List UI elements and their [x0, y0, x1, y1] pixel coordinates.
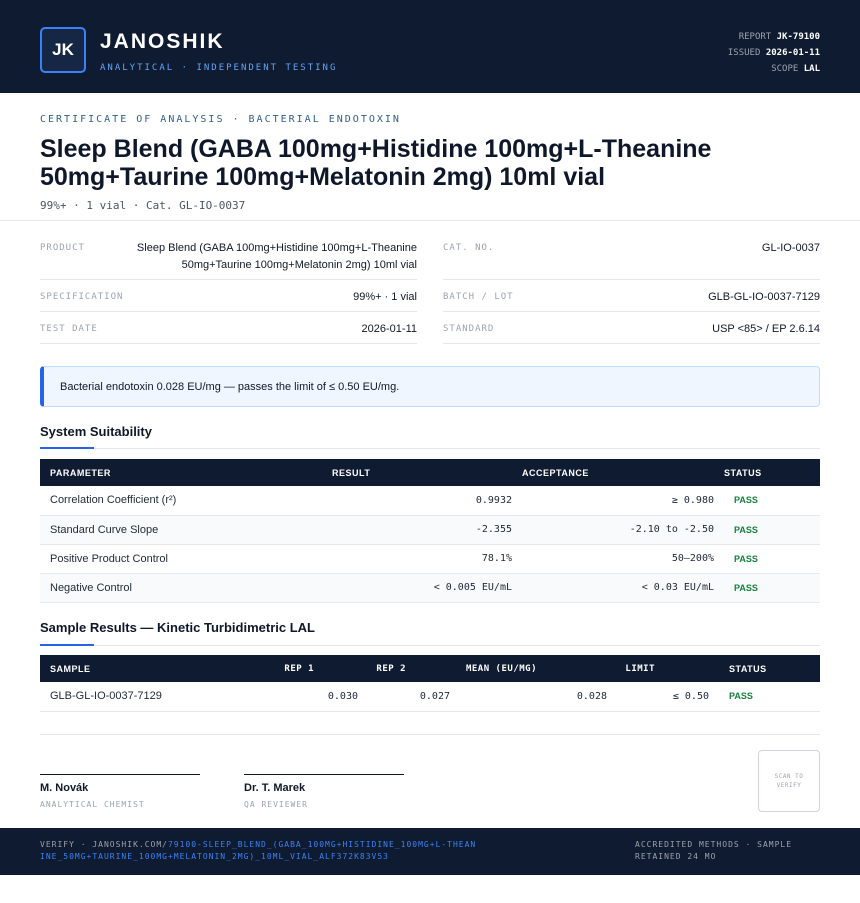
column-header: MEAN (EU/MG) [450, 655, 607, 682]
section-accent [40, 447, 94, 449]
mean-cell: 0.028 [450, 682, 607, 712]
divider [443, 279, 820, 280]
column-header: LIMIT [607, 655, 709, 682]
param-cell: Correlation Coefficient (r²) [40, 486, 322, 516]
batch-label: BATCH / LOT [443, 292, 514, 302]
status-badge: PASS [714, 515, 820, 545]
acceptance-cell: ≥ 0.980 [512, 486, 714, 516]
divider [40, 343, 417, 344]
report-footer: VERIFY · JANOSHIK.COM/79100-SLEEP_BLEND_… [0, 828, 860, 875]
status-badge: PASS [714, 486, 820, 516]
divider [40, 645, 820, 646]
signature-line [40, 774, 200, 775]
signature-role: QA REVIEWER [244, 800, 308, 809]
table-row: Positive Product Control 78.1% 50–200% P… [40, 544, 820, 574]
table-row: GLB-GL-IO-0037-7129 0.030 0.027 0.028 ≤ … [40, 682, 820, 712]
param-cell: Negative Control [40, 573, 322, 603]
scope-value: LAL [803, 64, 820, 74]
signature-name: Dr. T. Marek [244, 782, 306, 794]
qr-verify-placeholder[interactable]: SCAN TO VERIFY [758, 750, 820, 812]
status-badge: PASS [714, 573, 820, 603]
column-header: SAMPLE [40, 655, 240, 682]
sample-id-cell: GLB-GL-IO-0037-7129 [40, 682, 240, 712]
column-header: STATUS [709, 655, 820, 682]
batch-value: GLB-GL-IO-0037-7129 [708, 291, 820, 303]
catno-label: CAT. NO. [443, 243, 495, 253]
table-header-row: PARAMETER RESULT ACCEPTANCE STATUS [40, 459, 820, 486]
column-header: REP 1 [240, 655, 358, 682]
divider [0, 220, 860, 221]
signature-name: M. Novák [40, 782, 89, 794]
result-cell: < 0.005 EU/mL [322, 573, 512, 603]
limit-cell: ≤ 0.50 [607, 682, 709, 712]
report-meta: REPORT JK-79100 ISSUED 2026-01-11 SCOPE … [728, 29, 820, 77]
section-title-samples: Sample Results — Kinetic Turbidimetric L… [40, 620, 315, 635]
product-value: Sleep Blend (GABA 100mg+Histidine 100mg+… [136, 242, 417, 271]
column-header: ACCEPTANCE [512, 459, 714, 486]
section-title-suitability: System Suitability [40, 424, 152, 439]
divider [40, 448, 820, 449]
table-row: Negative Control < 0.005 EU/mL < 0.03 EU… [40, 573, 820, 603]
table-row: Standard Curve Slope -2.355 -2.10 to -2.… [40, 515, 820, 545]
result-cell: 0.9932 [322, 486, 512, 516]
issued-row: ISSUED 2026-01-11 [727, 48, 820, 58]
column-header: REP 2 [358, 655, 450, 682]
result-cell: -2.355 [322, 515, 512, 545]
acceptance-cell: -2.10 to -2.50 [512, 515, 714, 545]
rep2-cell: 0.027 [358, 682, 450, 712]
section-accent [40, 644, 94, 646]
param-cell: Positive Product Control [40, 544, 322, 574]
result-callout: Bacterial endotoxin 0.028 EU/mg — passes… [40, 366, 820, 407]
spec-label: SPECIFICATION [40, 292, 124, 302]
status-badge: PASS [714, 544, 820, 574]
test-date-value: 2026-01-11 [361, 323, 417, 335]
product-subline: 99%+ · 1 vial · Cat. GL-IO-0037 [40, 199, 246, 212]
logo: JK [40, 27, 86, 73]
signature-line [244, 774, 404, 775]
rep1-cell: 0.030 [240, 682, 358, 712]
product-label: PRODUCT [40, 243, 85, 253]
report-id-row: REPORT JK-79100 [738, 32, 820, 42]
divider [443, 343, 820, 344]
divider [40, 734, 820, 735]
column-header: PARAMETER [40, 459, 322, 486]
param-cell: Standard Curve Slope [40, 515, 322, 545]
report-header: JK JANOSHIK ANALYTICAL · INDEPENDENT TES… [0, 0, 860, 93]
table-row: Correlation Coefficient (r²) 0.9932 ≥ 0.… [40, 486, 820, 516]
acceptance-cell: < 0.03 EU/mL [512, 573, 714, 603]
standard-label: STANDARD [443, 324, 495, 334]
brand-name: JANOSHIK [100, 30, 225, 53]
catno-value: GL-IO-0037 [761, 242, 820, 254]
footer-note: ACCREDITED METHODS · SAMPLE RETAINED 24 … [635, 840, 793, 861]
verify-link[interactable]: VERIFY · JANOSHIK.COM/79100-SLEEP_BLEND_… [40, 839, 480, 863]
column-header: RESULT [322, 459, 512, 486]
table-header-row: SAMPLE REP 1 REP 2 MEAN (EU/MG) LIMIT ST… [40, 655, 820, 682]
divider [443, 311, 820, 312]
spec-value: 99%+ · 1 vial [353, 291, 417, 303]
report-id: JK-79100 [776, 32, 820, 42]
divider [40, 279, 417, 280]
page-title: Sleep Blend (GABA 100mg+Histidine 100mg+… [40, 135, 712, 191]
signature-role: ANALYTICAL CHEMIST [40, 800, 145, 809]
issued-date: 2026-01-11 [765, 48, 820, 58]
result-cell: 78.1% [322, 544, 512, 574]
column-header: STATUS [714, 459, 820, 486]
suitability-table: PARAMETER RESULT ACCEPTANCE STATUS Corre… [40, 459, 820, 603]
certificate-kicker: CERTIFICATE OF ANALYSIS · BACTERIAL ENDO… [40, 114, 401, 125]
scope-row: SCOPE LAL [771, 64, 820, 74]
acceptance-cell: 50–200% [512, 544, 714, 574]
divider [40, 311, 417, 312]
sample-results-table: SAMPLE REP 1 REP 2 MEAN (EU/MG) LIMIT ST… [40, 655, 820, 712]
brand-tagline: ANALYTICAL · INDEPENDENT TESTING [100, 63, 338, 73]
test-date-label: TEST DATE [40, 324, 98, 334]
standard-value: USP <85> / EP 2.6.14 [712, 323, 820, 335]
status-badge: PASS [709, 682, 820, 712]
